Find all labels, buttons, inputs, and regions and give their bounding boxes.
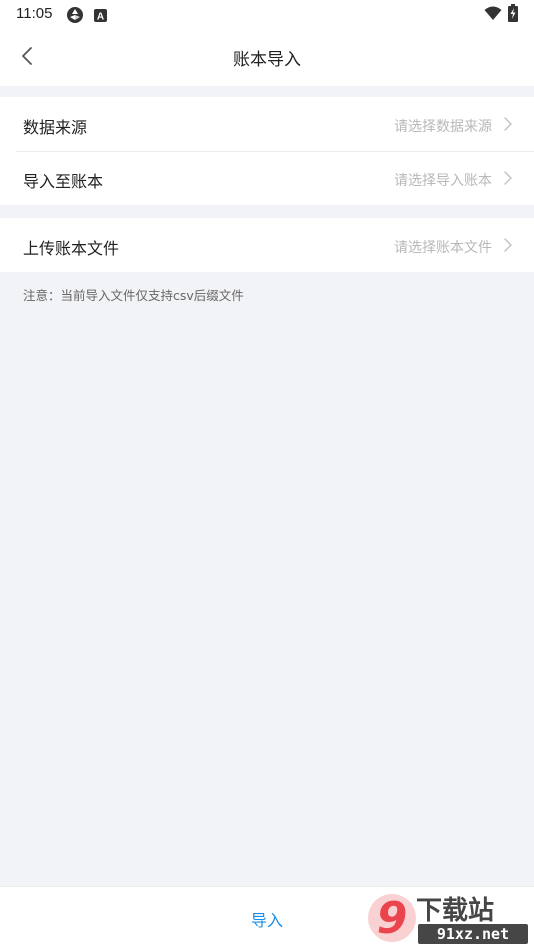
battery-charging-icon: [508, 4, 518, 26]
file-format-note: 注意：当前导入文件仅支持csv后缀文件: [23, 288, 244, 303]
upload-file-label: 上传账本文件: [23, 239, 120, 258]
a-badge-icon: A: [94, 7, 107, 26]
svg-text:91xz.net: 91xz.net: [437, 925, 509, 943]
data-source-label: 数据来源: [23, 118, 88, 137]
svg-text:9: 9: [377, 893, 408, 944]
navigation-bar: 账本导入: [0, 28, 534, 86]
chevron-right-icon: [504, 171, 512, 185]
sync-icon: [66, 6, 84, 28]
status-bar: 11:05 A: [0, 0, 534, 28]
svg-text:下载站: 下载站: [416, 896, 494, 926]
upload-section: 上传账本文件 请选择账本文件: [0, 218, 534, 272]
target-book-label: 导入至账本: [23, 172, 104, 191]
svg-text:A: A: [97, 12, 104, 23]
upload-file-value: 请选择账本文件: [394, 240, 492, 256]
site-watermark-logo: 9 下载站 91xz.net: [368, 893, 528, 944]
wifi-icon: [484, 6, 502, 25]
upload-file-row[interactable]: 上传账本文件 请选择账本文件: [0, 218, 534, 272]
status-time: 11:05: [16, 5, 53, 22]
target-book-row[interactable]: 导入至账本 请选择导入账本: [0, 151, 534, 205]
target-book-value: 请选择导入账本: [394, 173, 492, 189]
data-source-value: 请选择数据来源: [394, 119, 492, 135]
source-section: 数据来源 请选择数据来源 导入至账本 请选择导入账本: [0, 97, 534, 205]
chevron-right-icon: [504, 117, 512, 131]
chevron-right-icon: [504, 238, 512, 252]
data-source-row[interactable]: 数据来源 请选择数据来源: [0, 97, 534, 151]
page-title: 账本导入: [233, 50, 301, 70]
